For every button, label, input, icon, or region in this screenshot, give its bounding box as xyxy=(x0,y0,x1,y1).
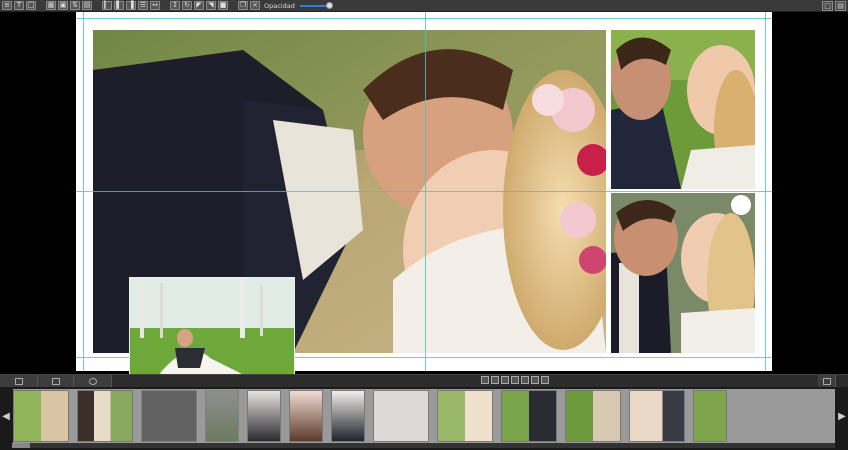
info-icon[interactable] xyxy=(501,376,509,384)
delete-icon[interactable]: × xyxy=(250,1,260,10)
grid-icon[interactable]: ▦ xyxy=(46,1,56,10)
thumbnail-spread-1[interactable] xyxy=(13,390,69,442)
toolbar-separator xyxy=(228,1,236,10)
thumbnail-scrollbar[interactable] xyxy=(12,443,835,448)
photo-top-right-image xyxy=(611,30,755,189)
bring-front-icon[interactable]: ◤ xyxy=(194,1,204,10)
window-icon[interactable]: □ xyxy=(822,1,833,11)
align-left-icon[interactable]: ▎ xyxy=(102,1,112,10)
thumbnail-page-13[interactable] xyxy=(693,390,727,442)
thumbnail-spread-10[interactable] xyxy=(501,390,557,442)
thumbnail-page-5[interactable] xyxy=(247,390,281,442)
zoom-icon[interactable] xyxy=(481,376,489,384)
panel-toggle-icon[interactable] xyxy=(818,375,836,387)
send-back-icon[interactable]: ◥ xyxy=(206,1,216,10)
thumbnail-page-4[interactable] xyxy=(205,390,239,442)
thumbnail-strip-track[interactable] xyxy=(13,389,835,443)
toolbar-separator xyxy=(36,1,44,10)
frame-icon[interactable]: □ xyxy=(26,1,36,10)
album-editor: ≡ T □ ▦ ▣ ⇅ ▤ ▎ ▌ ▐ ☰ ↔ ↕ ↻ ◤ ◥ ■ ❐ × Op… xyxy=(0,0,848,450)
thumbnail-spread-11[interactable] xyxy=(565,390,621,442)
thumbnail-scrollbar-thumb[interactable] xyxy=(12,443,30,448)
align-right-icon[interactable]: ▐ xyxy=(126,1,136,10)
thumbnail-strip xyxy=(0,387,848,450)
opacity-slider[interactable] xyxy=(299,1,333,9)
toolbar-separator xyxy=(160,1,168,10)
flip-h-icon[interactable]: ↔ xyxy=(150,1,160,10)
toolbar-separator xyxy=(92,1,100,10)
delete-icon[interactable] xyxy=(531,376,539,384)
list-icon[interactable] xyxy=(521,376,529,384)
export-icon[interactable] xyxy=(541,376,549,384)
bottom-panel-tabs xyxy=(0,374,848,387)
drag-preview-photo[interactable] xyxy=(129,277,295,387)
fit-icon[interactable]: ⇅ xyxy=(70,1,80,10)
strip-tools xyxy=(481,376,551,384)
thumbnail-spread-9[interactable] xyxy=(437,390,493,442)
sort-icon[interactable] xyxy=(511,376,519,384)
guide-line-left xyxy=(83,12,84,371)
opacity-slider-knob[interactable] xyxy=(325,1,333,9)
thumbnail-spread-3[interactable] xyxy=(141,390,197,442)
photos-icon[interactable] xyxy=(0,375,38,387)
lock-icon[interactable]: ■ xyxy=(218,1,228,10)
thumbnail-page-7[interactable] xyxy=(331,390,365,442)
opacity-label: Opacidad xyxy=(264,1,295,10)
layout-icon[interactable]: ≡ xyxy=(2,1,12,10)
pages-icon[interactable] xyxy=(38,375,74,387)
thumbnail-spread-12[interactable] xyxy=(629,390,685,442)
rotate-icon[interactable]: ↻ xyxy=(182,1,192,10)
flip-v-icon[interactable]: ↕ xyxy=(170,1,180,10)
rotate-icon[interactable] xyxy=(491,376,499,384)
thumbnail-spread-2[interactable] xyxy=(77,390,133,442)
thumbnail-spread-8-selected[interactable] xyxy=(373,390,429,442)
panel-icon[interactable]: ▤ xyxy=(835,1,846,11)
guide-line-middle xyxy=(76,191,772,192)
scroll-left-icon[interactable]: ◀ xyxy=(2,410,10,424)
drag-preview-image xyxy=(130,278,294,386)
photo-top-right[interactable] xyxy=(611,30,755,189)
backgrounds-icon[interactable] xyxy=(74,375,112,387)
photo-bottom-right[interactable] xyxy=(611,193,755,353)
copy-icon[interactable]: ❐ xyxy=(238,1,248,10)
guide-line-center xyxy=(425,12,426,371)
scroll-right-icon[interactable]: ▶ xyxy=(838,410,846,424)
photo-bottom-right-image xyxy=(611,193,755,353)
top-toolbar: ≡ T □ ▦ ▣ ⇅ ▤ ▎ ▌ ▐ ☰ ↔ ↕ ↻ ◤ ◥ ■ ❐ × Op… xyxy=(0,0,848,12)
distribute-icon[interactable]: ☰ xyxy=(138,1,148,10)
stack-icon[interactable]: ▤ xyxy=(82,1,92,10)
crop-icon[interactable]: ▣ xyxy=(58,1,68,10)
align-center-icon[interactable]: ▌ xyxy=(114,1,124,10)
text-icon[interactable]: T xyxy=(14,1,24,10)
guide-line-right xyxy=(765,12,766,371)
guide-line-top xyxy=(76,18,772,19)
thumbnail-page-6[interactable] xyxy=(289,390,323,442)
